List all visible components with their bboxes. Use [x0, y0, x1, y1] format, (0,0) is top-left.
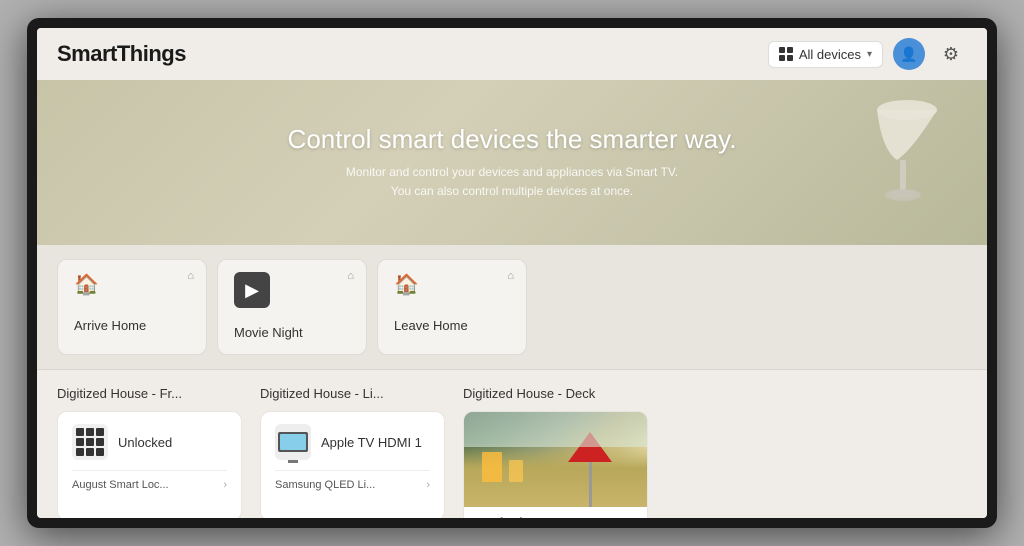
scenes-row: ⌂ 🏠 Arrive Home ⌂ ▶ Movie Night ⌂ 🏠 Leav…	[37, 245, 987, 370]
hero-subtitle: Monitor and control your devices and app…	[288, 163, 737, 201]
scene-card-leave-home[interactable]: ⌂ 🏠 Leave Home	[377, 259, 527, 355]
lock-arrow-icon: ›	[223, 479, 227, 491]
scene-home-icon-movie: ⌂	[347, 270, 354, 282]
hero-subtitle-line2: You can also control multiple devices at…	[391, 184, 633, 198]
settings-button[interactable]: ⚙	[935, 38, 967, 70]
device-card-lock: Unlocked August Smart Loc... ›	[57, 411, 242, 518]
tv-screen: SmartThings All devices ▾ 👤 ⚙	[37, 28, 987, 518]
devices-label: All devices	[799, 47, 861, 62]
lock-grid-icon	[76, 428, 104, 456]
scene-home-icon-leave: ⌂	[507, 270, 514, 282]
camera-info: Deck View No motion	[464, 507, 647, 518]
chevron-down-icon: ▾	[867, 49, 872, 60]
room-deck: Digitized House - Deck	[463, 386, 648, 518]
devices-section: Digitized House - Fr... Unlocked	[37, 370, 987, 518]
grid-icon	[779, 47, 793, 61]
tv-icon	[275, 424, 311, 460]
scene-arrive-label: Arrive Home	[74, 318, 146, 333]
tv-arrow-icon: ›	[426, 479, 430, 491]
scene-leave-label: Leave Home	[394, 318, 468, 333]
header-right: All devices ▾ 👤 ⚙	[768, 38, 967, 70]
camera-name: Deck View	[476, 515, 635, 518]
scene-movie-label: Movie Night	[234, 325, 303, 340]
room-front: Digitized House - Fr... Unlocked	[57, 386, 242, 518]
device-tv-top: Apple TV HDMI 1	[275, 424, 430, 460]
room-living: Digitized House - Li... Apple TV HDMI 1 …	[260, 386, 445, 518]
camera-feed	[464, 412, 647, 507]
lock-icon	[72, 424, 108, 460]
gear-icon: ⚙	[943, 44, 959, 65]
hero-text: Control smart devices the smarter way. M…	[288, 124, 737, 201]
app-logo: SmartThings	[57, 41, 186, 67]
scene-home-icon-arrive: ⌂	[187, 270, 194, 282]
scene-movie-icon: ▶	[234, 272, 270, 308]
account-icon: 👤	[900, 46, 917, 63]
tv-status: Apple TV HDMI 1	[321, 435, 422, 450]
hero-title: Control smart devices the smarter way.	[288, 124, 737, 155]
tv-frame: SmartThings All devices ▾ 👤 ⚙	[27, 18, 997, 528]
hero-banner: Control smart devices the smarter way. M…	[37, 80, 987, 245]
room-front-title: Digitized House - Fr...	[57, 386, 242, 401]
hero-subtitle-line1: Monitor and control your devices and app…	[346, 165, 678, 179]
tv-device-name: Samsung QLED Li...	[275, 479, 375, 491]
lamp-svg	[852, 80, 942, 220]
device-tv-name-row[interactable]: Samsung QLED Li... ›	[275, 470, 430, 491]
account-button[interactable]: 👤	[893, 38, 925, 70]
device-lock-top: Unlocked	[72, 424, 227, 460]
scene-card-arrive-home[interactable]: ⌂ 🏠 Arrive Home	[57, 259, 207, 355]
lock-status: Unlocked	[118, 435, 172, 450]
room-deck-title: Digitized House - Deck	[463, 386, 648, 401]
scene-leave-icon: 🏠	[394, 272, 510, 297]
scene-card-movie-night[interactable]: ⌂ ▶ Movie Night	[217, 259, 367, 355]
scene-arrive-icon: 🏠	[74, 272, 190, 297]
device-card-camera[interactable]: Deck View No motion	[463, 411, 648, 518]
header: SmartThings All devices ▾ 👤 ⚙	[37, 28, 987, 80]
device-lock-name-row[interactable]: August Smart Loc... ›	[72, 470, 227, 491]
lock-device-name: August Smart Loc...	[72, 479, 169, 491]
room-living-title: Digitized House - Li...	[260, 386, 445, 401]
devices-selector[interactable]: All devices ▾	[768, 41, 883, 68]
device-card-tv: Apple TV HDMI 1 Samsung QLED Li... ›	[260, 411, 445, 518]
lamp-decoration	[847, 80, 947, 245]
